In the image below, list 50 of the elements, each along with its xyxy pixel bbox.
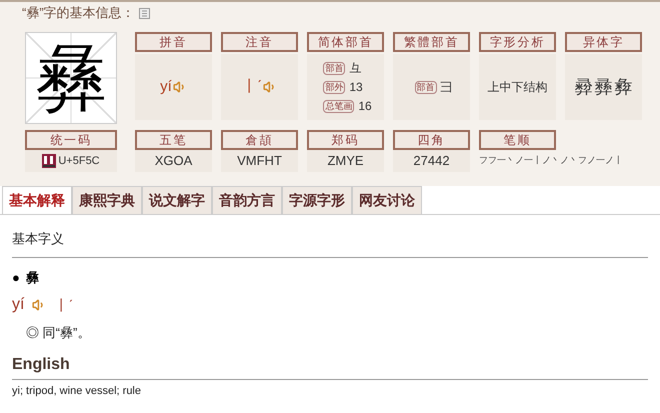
variant-character[interactable]: 彛 xyxy=(574,74,592,100)
section-heading: “彝”字的基本信息： xyxy=(22,4,135,22)
tab[interactable]: 基本解释 xyxy=(2,186,72,214)
field-header: 郑码 xyxy=(307,130,384,150)
field-header: 简体部首 xyxy=(307,32,384,52)
tag: 部首 xyxy=(414,80,436,94)
pinyin: yí xyxy=(12,295,24,315)
definition: ◎ 同“彝”。 xyxy=(26,324,92,342)
code-value: ZMYE xyxy=(327,152,364,170)
variant-character[interactable]: 彞 xyxy=(594,74,612,100)
unicode-value: U+5F5C xyxy=(58,154,100,169)
code-value: VMFHT xyxy=(237,152,282,170)
field-header: 字形分析 xyxy=(479,32,556,52)
structure-text: 上中下结构 xyxy=(488,79,548,96)
stroke-order: フフ一丶ノ一丨ノ丶ノ丶フノ一ノ丨 xyxy=(479,154,623,168)
radical-value: 彑 xyxy=(349,60,362,77)
field-header: 异体字 xyxy=(565,32,642,52)
tag: 总笔画 xyxy=(323,100,354,112)
radical-value: 16 xyxy=(358,98,372,115)
field-header: 笔顺 xyxy=(479,130,556,150)
field-header: 倉頡 xyxy=(221,130,298,150)
field-header: 四角 xyxy=(393,130,470,150)
unicode-logo-icon xyxy=(42,154,56,168)
entry-character: 彝 xyxy=(26,268,39,286)
field-header: 拼音 xyxy=(135,32,212,52)
variant-character[interactable]: 彜 xyxy=(614,74,632,100)
large-character: 彝 xyxy=(35,42,107,114)
tab[interactable]: 网友讨论 xyxy=(352,186,422,214)
english-definition: yi; tripod, wine vessel; rule xyxy=(12,384,142,398)
grid-icon[interactable] xyxy=(138,8,150,18)
pronunciation: yí xyxy=(160,76,172,97)
field-header: 五笔 xyxy=(135,130,212,150)
tab[interactable]: 音韵方言 xyxy=(212,186,282,214)
subsection-title: 基本字义 xyxy=(12,229,648,258)
tab[interactable]: 说文解字 xyxy=(142,186,212,214)
tab[interactable]: 字源字形 xyxy=(282,186,352,214)
field-header: 注音 xyxy=(221,32,298,52)
pronunciation: 丨ˊ xyxy=(242,76,262,97)
tab[interactable]: 康熙字典 xyxy=(72,186,142,214)
code-value: XGOA xyxy=(154,152,192,170)
radical-value: 13 xyxy=(349,79,363,96)
tag: 部外 xyxy=(323,80,346,94)
field-header: 统一码 xyxy=(25,130,117,150)
bullet: ● xyxy=(12,268,20,286)
code-value: 27442 xyxy=(413,152,450,170)
subsection-title: English xyxy=(12,352,648,380)
zhuyin: 丨ˊ xyxy=(54,296,74,314)
radical-value: 彐 xyxy=(440,79,452,96)
tag: 部首 xyxy=(323,62,346,74)
field-header: 繁體部首 xyxy=(393,32,470,52)
